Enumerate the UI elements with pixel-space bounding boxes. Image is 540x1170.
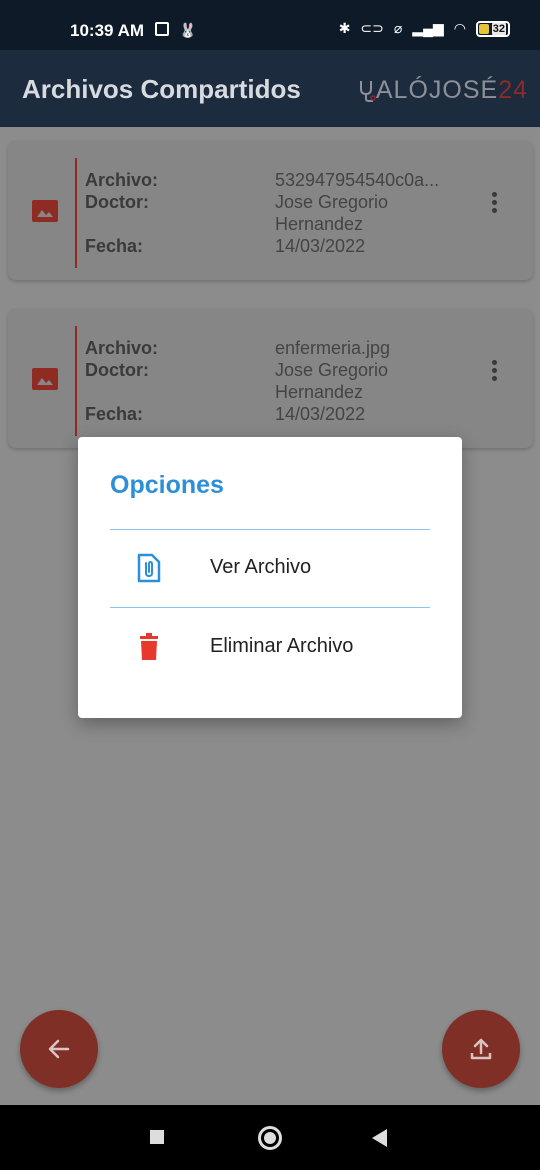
- archivo-label: Archivo:: [85, 338, 159, 358]
- doctor-value-line1: Jose Gregorio: [275, 192, 389, 212]
- upload-button[interactable]: [442, 1010, 520, 1088]
- vibrate-icon: ⊂⊃: [360, 20, 384, 36]
- doctor-label: Doctor:: [85, 192, 149, 212]
- more-options-icon[interactable]: [490, 360, 498, 384]
- logo-text: ALÓJOSÉ: [375, 76, 499, 104]
- card-divider: [75, 158, 77, 268]
- card-divider: [75, 326, 77, 436]
- doctor-value-line2: Hernandez: [275, 214, 364, 234]
- rabbit-icon: 🐰: [179, 22, 197, 38]
- archivo-label: Archivo:: [85, 170, 159, 190]
- dialog-divider: [110, 529, 430, 530]
- app-bar: Archivos Compartidos ALÓJOSÉ 24: [0, 50, 540, 127]
- stethoscope-icon: [359, 80, 376, 102]
- archivo-value: enfermeria.jpg: [275, 338, 391, 358]
- doctor-value-line2: Hernandez: [275, 382, 364, 402]
- view-file-label: Ver Archivo: [210, 556, 312, 578]
- logo-number: 24: [498, 76, 528, 104]
- image-icon: [32, 368, 58, 390]
- system-nav-bar: [0, 1105, 540, 1170]
- doctor-label: Doctor:: [85, 360, 149, 380]
- home-button[interactable]: [258, 1126, 282, 1150]
- battery-icon: 32: [476, 20, 510, 37]
- file-card[interactable]: Archivo: Doctor: Fecha: enfermeria.jpg J…: [8, 308, 533, 448]
- archivo-value: 532947954540c0a...: [275, 170, 440, 190]
- dialog-title: Opciones: [110, 471, 224, 499]
- status-notification-icons: 🐰: [155, 22, 196, 39]
- doctor-value-line1: Jose Gregorio: [275, 360, 389, 380]
- signal-icon: ▂▄▆: [412, 20, 444, 36]
- arrow-left-icon: [48, 1039, 70, 1059]
- delete-file-option[interactable]: Eliminar Archivo: [110, 617, 430, 677]
- dialog-divider: [110, 607, 430, 608]
- image-icon: [32, 200, 58, 222]
- status-system-icons: ✱ ⊂⊃ ⌀ ▂▄▆ ◠ 32: [339, 20, 510, 37]
- mute-icon: ⌀: [393, 20, 403, 36]
- attachment-file-icon: [137, 553, 161, 583]
- status-bar: 10:39 AM 🐰 ✱ ⊂⊃ ⌀ ▂▄▆ ◠ 32: [0, 0, 540, 50]
- recent-apps-button[interactable]: [150, 1130, 164, 1144]
- page-title: Archivos Compartidos: [22, 74, 301, 104]
- trash-icon: [140, 633, 158, 660]
- fecha-value: 14/03/2022: [275, 404, 366, 424]
- view-file-option[interactable]: Ver Archivo: [110, 538, 430, 598]
- upload-icon: [470, 1038, 492, 1060]
- fecha-label: Fecha:: [85, 236, 144, 256]
- battery-level: 32: [491, 22, 506, 35]
- notification-app-icon: [155, 22, 169, 36]
- brand-logo: ALÓJOSÉ 24: [358, 76, 528, 105]
- back-button[interactable]: [20, 1010, 98, 1088]
- wifi-icon: ◠: [453, 20, 466, 36]
- file-card[interactable]: Archivo: Doctor: Fecha: 532947954540c0a.…: [8, 140, 533, 280]
- fecha-value: 14/03/2022: [275, 236, 366, 256]
- more-options-icon[interactable]: [490, 192, 498, 216]
- system-back-button[interactable]: [372, 1129, 387, 1147]
- bluetooth-icon: ✱: [338, 20, 351, 36]
- delete-file-label: Eliminar Archivo: [210, 635, 354, 657]
- options-dialog: Opciones Ver Archivo Eliminar Archivo: [78, 437, 462, 718]
- status-time: 10:39 AM: [70, 21, 145, 40]
- fecha-label: Fecha:: [85, 404, 144, 424]
